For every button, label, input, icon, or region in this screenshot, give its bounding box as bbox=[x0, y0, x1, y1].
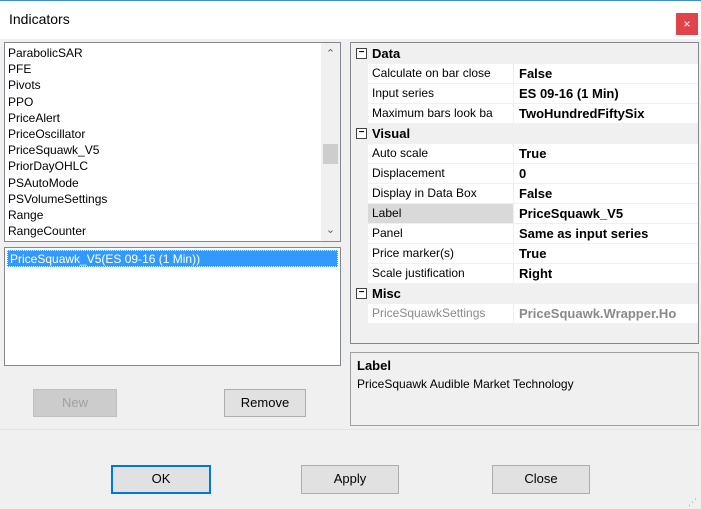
property-value[interactable]: Same as input series bbox=[514, 224, 698, 244]
indicator-list[interactable]: ParabolicSAR PFE Pivots PPO PriceAlert P… bbox=[4, 42, 341, 242]
property-value[interactable]: True bbox=[514, 144, 698, 164]
applied-indicator-list[interactable]: PriceSquawk_V5(ES 09-16 (1 Min)) bbox=[4, 247, 341, 366]
property-value[interactable]: TwoHundredFiftySix bbox=[514, 104, 698, 124]
list-item[interactable]: Pivots bbox=[5, 77, 321, 93]
list-item[interactable]: RangeCounter bbox=[5, 223, 321, 239]
property-name: Auto scale bbox=[368, 144, 514, 164]
property-name: Panel bbox=[368, 224, 514, 244]
list-item[interactable]: PriorDayOHLC bbox=[5, 158, 321, 174]
property-name: Input series bbox=[368, 84, 514, 104]
property-row[interactable]: Maximum bars look ba TwoHundredFiftySix bbox=[351, 104, 698, 124]
property-row[interactable]: PriceSquawkSettings PriceSquawk.Wrapper.… bbox=[351, 304, 698, 324]
category-visual[interactable]: − Visual bbox=[351, 124, 698, 144]
category-misc[interactable]: − Misc bbox=[351, 284, 698, 304]
dialog-button-bar: OK Apply Close ⋰ bbox=[0, 429, 701, 509]
property-value[interactable]: 0 bbox=[514, 164, 698, 184]
scrollbar-thumb[interactable] bbox=[323, 144, 338, 164]
vertical-scrollbar[interactable]: ⌃ ⌄ bbox=[321, 43, 340, 241]
property-name: Displacement bbox=[368, 164, 514, 184]
list-item[interactable]: ParabolicSAR bbox=[5, 45, 321, 61]
resize-grip-icon[interactable]: ⋰ bbox=[688, 497, 698, 507]
remove-button[interactable]: Remove bbox=[224, 389, 306, 417]
close-icon: × bbox=[683, 17, 691, 31]
collapse-icon[interactable]: − bbox=[356, 48, 367, 59]
property-row[interactable]: Calculate on bar close False bbox=[351, 64, 698, 84]
apply-button[interactable]: Apply bbox=[301, 465, 399, 494]
property-value[interactable]: ES 09-16 (1 Min) bbox=[514, 84, 698, 104]
property-grid[interactable]: − Data Calculate on bar close False Inpu… bbox=[350, 42, 699, 344]
property-value[interactable]: PriceSquawk.Wrapper.Ho bbox=[514, 304, 698, 324]
property-name: Maximum bars look ba bbox=[368, 104, 514, 124]
window-title: Indicators bbox=[9, 11, 70, 27]
indicators-dialog: Indicators × ParabolicSAR PFE Pivots PPO… bbox=[0, 0, 701, 509]
property-value[interactable]: False bbox=[514, 64, 698, 84]
property-row[interactable]: Input series ES 09-16 (1 Min) bbox=[351, 84, 698, 104]
chevron-down-icon: ⌄ bbox=[325, 224, 336, 236]
property-name: Scale justification bbox=[368, 264, 514, 284]
list-item[interactable]: PSAutoMode bbox=[5, 175, 321, 191]
property-row[interactable]: Display in Data Box False bbox=[351, 184, 698, 204]
property-row[interactable]: Panel Same as input series bbox=[351, 224, 698, 244]
list-item[interactable]: PriceSquawk_V5(ES 09-16 (1 Min)) bbox=[7, 250, 338, 267]
description-text: PriceSquawk Audible Market Technology bbox=[357, 377, 574, 391]
list-item[interactable]: Range bbox=[5, 207, 321, 223]
property-value[interactable]: False bbox=[514, 184, 698, 204]
property-row[interactable]: Scale justification Right bbox=[351, 264, 698, 284]
property-name: Label bbox=[368, 204, 514, 224]
title-bar[interactable]: Indicators × bbox=[0, 1, 701, 39]
collapse-icon[interactable]: − bbox=[356, 128, 367, 139]
property-value[interactable]: True bbox=[514, 244, 698, 264]
property-name: Display in Data Box bbox=[368, 184, 514, 204]
category-data[interactable]: − Data bbox=[351, 44, 698, 64]
close-window-button[interactable]: × bbox=[676, 13, 698, 35]
property-row[interactable]: Displacement 0 bbox=[351, 164, 698, 184]
list-item[interactable]: PPO bbox=[5, 94, 321, 110]
property-row-selected[interactable]: Label PriceSquawk_V5 bbox=[351, 204, 698, 224]
list-item[interactable]: PSVolumeSettings bbox=[5, 191, 321, 207]
list-item[interactable]: PFE bbox=[5, 61, 321, 77]
close-button[interactable]: Close bbox=[492, 465, 590, 494]
property-description: Label PriceSquawk Audible Market Technol… bbox=[350, 352, 699, 426]
property-value[interactable]: PriceSquawk_V5 bbox=[514, 204, 698, 224]
category-label: Misc bbox=[372, 286, 401, 301]
list-item[interactable]: PriceSquawk_V5 bbox=[5, 142, 321, 158]
description-title: Label bbox=[357, 358, 391, 373]
property-row[interactable]: Auto scale True bbox=[351, 144, 698, 164]
property-row[interactable]: Price marker(s) True bbox=[351, 244, 698, 264]
new-button[interactable]: New bbox=[33, 389, 117, 417]
property-name: PriceSquawkSettings bbox=[368, 304, 514, 324]
scroll-up-button[interactable]: ⌃ bbox=[321, 45, 340, 63]
ok-button[interactable]: OK bbox=[111, 465, 211, 494]
property-name: Calculate on bar close bbox=[368, 64, 514, 84]
scroll-down-button[interactable]: ⌄ bbox=[321, 221, 340, 239]
property-value[interactable]: Right bbox=[514, 264, 698, 284]
category-label: Visual bbox=[372, 126, 411, 141]
category-label: Data bbox=[372, 46, 401, 61]
list-item[interactable]: PriceAlert bbox=[5, 110, 321, 126]
chevron-up-icon: ⌃ bbox=[325, 48, 336, 60]
list-item[interactable]: PriceOscillator bbox=[5, 126, 321, 142]
property-name: Price marker(s) bbox=[368, 244, 514, 264]
collapse-icon[interactable]: − bbox=[356, 288, 367, 299]
